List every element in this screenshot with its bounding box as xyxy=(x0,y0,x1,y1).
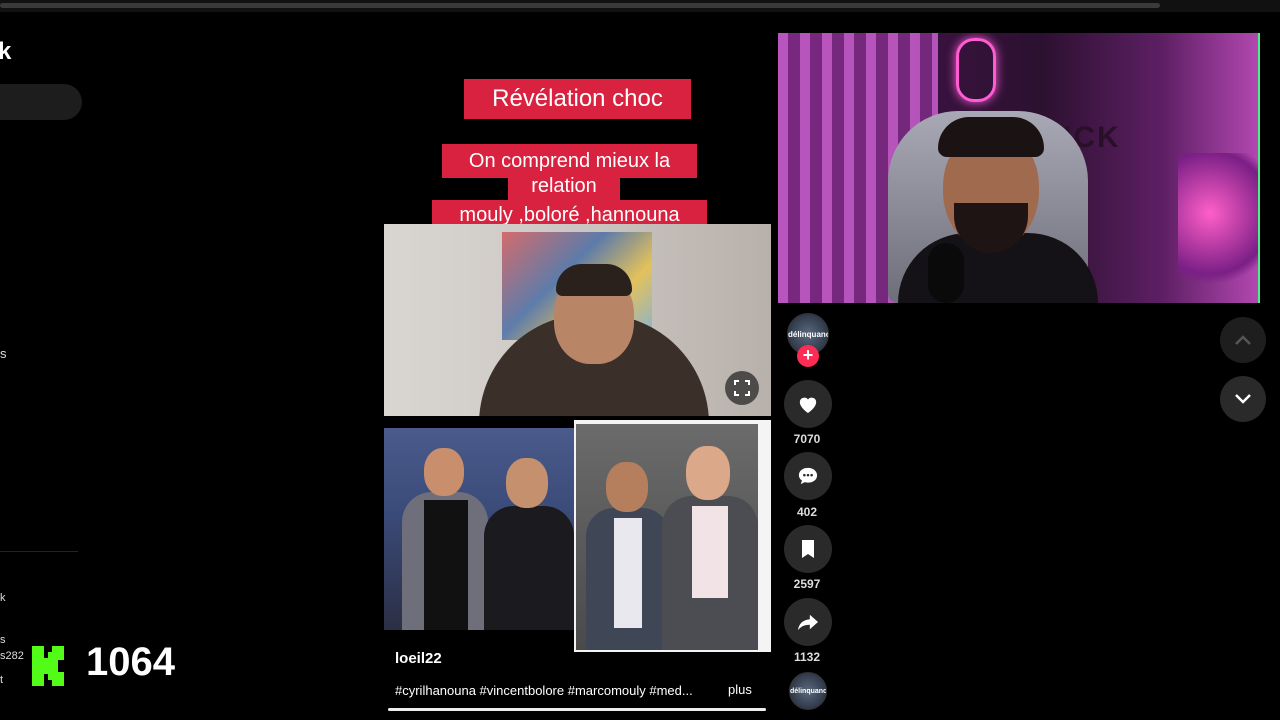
music-disc-avatar[interactable]: délinquance xyxy=(789,672,827,710)
save-count: 2597 xyxy=(793,577,821,591)
video-frame-photo-right xyxy=(574,420,771,652)
video-caption-title: Révélation choc xyxy=(464,79,691,119)
video-caption-line: relation xyxy=(508,172,620,200)
app-logo-fragment[interactable]: k xyxy=(0,38,11,66)
viewer-count: 1064 xyxy=(86,640,175,684)
more-button[interactable]: plus xyxy=(728,682,752,697)
comment-icon xyxy=(797,467,819,491)
video-progress-fill xyxy=(388,708,766,711)
fullscreen-icon[interactable] xyxy=(725,371,759,405)
video-author[interactable]: loeil22 xyxy=(395,650,442,667)
follow-button[interactable]: + xyxy=(797,345,819,367)
browser-top-bar xyxy=(0,0,1280,12)
kick-logo-icon xyxy=(32,646,70,686)
person-figure xyxy=(402,448,488,630)
sidebar-item-fragment[interactable]: s282 xyxy=(0,650,24,662)
streamer-webcam: ICK xyxy=(778,33,1260,303)
comment-count: 402 xyxy=(796,505,818,519)
sidebar-divider xyxy=(0,551,78,552)
person-figure xyxy=(556,264,632,296)
sidebar-item-fragment[interactable]: t xyxy=(0,674,3,686)
like-count: 7070 xyxy=(793,432,821,446)
video-hashtags[interactable]: #cyrilhanouna #vincentbolore #marcomouly… xyxy=(395,683,693,698)
video-progress-bar[interactable] xyxy=(388,708,766,711)
streamer-figure xyxy=(938,117,1044,157)
sidebar-item-fragment[interactable]: k xyxy=(0,592,6,604)
share-count: 1132 xyxy=(793,650,821,664)
sidebar-item-fragment[interactable]: s xyxy=(0,634,6,646)
neon-sign-icon xyxy=(956,38,996,102)
next-video-button[interactable] xyxy=(1220,376,1266,422)
share-button[interactable] xyxy=(784,598,832,646)
bookmark-icon xyxy=(800,540,816,564)
chevron-down-icon xyxy=(1234,389,1252,409)
chevron-up-icon xyxy=(1234,330,1252,350)
video-player[interactable]: Révélation choc On comprend mieux la rel… xyxy=(384,62,771,652)
like-button[interactable] xyxy=(784,380,832,428)
video-frame-photo-left xyxy=(384,428,574,630)
neon-plant xyxy=(1178,153,1258,303)
comment-button[interactable] xyxy=(784,452,832,500)
video-frame-interview xyxy=(384,224,771,416)
person-figure xyxy=(484,458,574,630)
person-figure xyxy=(662,446,758,650)
save-button[interactable] xyxy=(784,525,832,573)
sidebar-item-fragment[interactable]: s xyxy=(0,346,7,361)
heart-icon xyxy=(797,397,819,419)
person-figure xyxy=(586,462,670,650)
share-icon xyxy=(797,614,819,637)
previous-video-button[interactable] xyxy=(1220,317,1266,363)
microphone-icon xyxy=(928,243,964,303)
horizontal-scrollbar[interactable] xyxy=(0,3,1160,8)
search-input[interactable] xyxy=(0,84,82,120)
